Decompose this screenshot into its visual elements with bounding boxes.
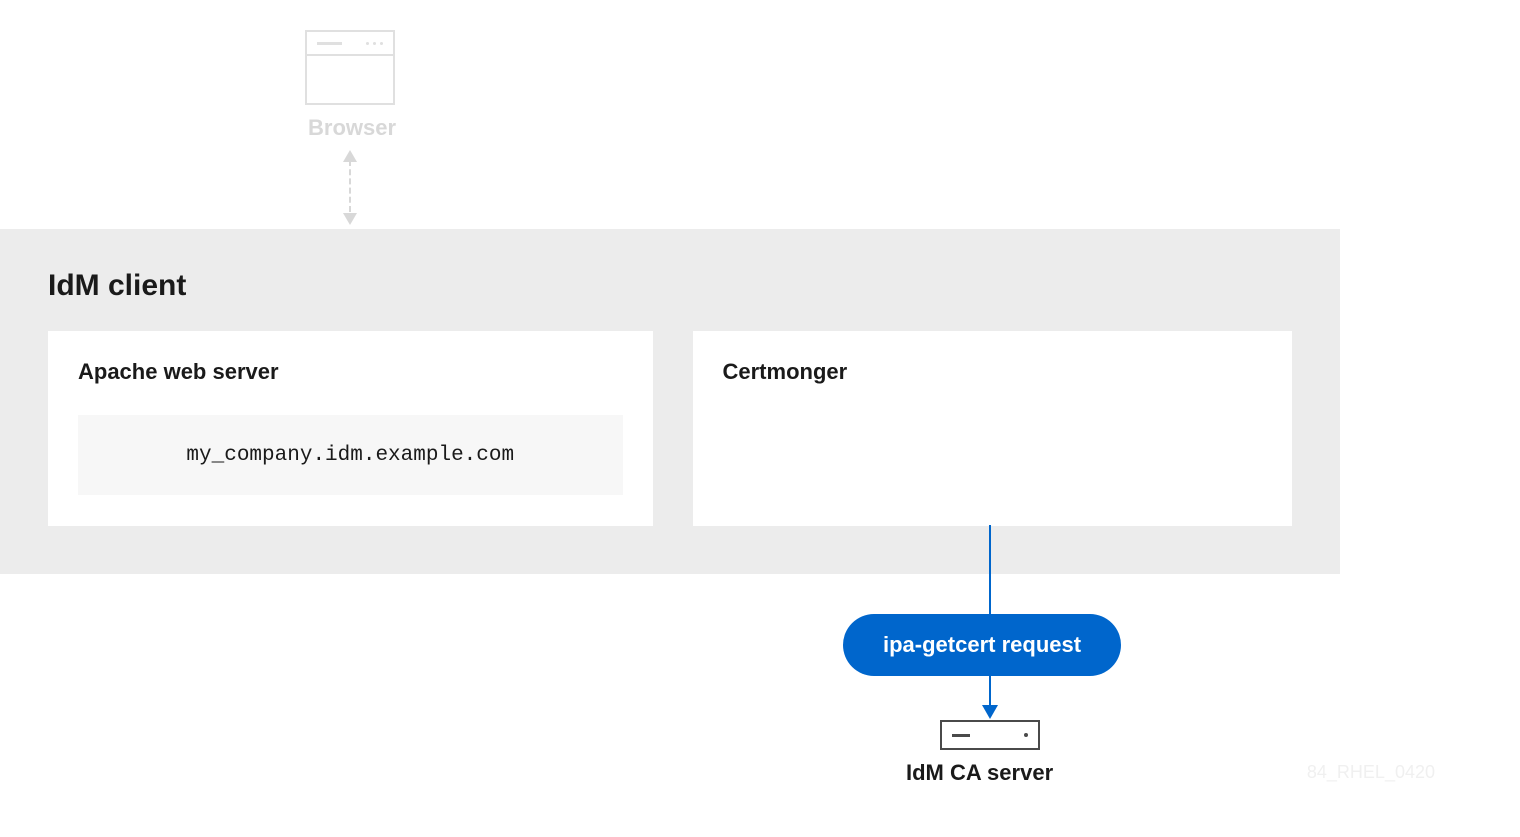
- apache-title: Apache web server: [78, 359, 623, 385]
- certmonger-title: Certmonger: [723, 359, 1263, 385]
- arrow-down-icon: [343, 213, 357, 225]
- apache-box: Apache web server my_company.idm.example…: [48, 331, 653, 526]
- ca-server-label: IdM CA server: [906, 760, 1053, 786]
- server-dot-decoration: [1024, 733, 1028, 737]
- browser-icon: [305, 30, 395, 105]
- idm-client-container: IdM client Apache web server my_company.…: [0, 229, 1340, 574]
- arrow-down-icon: [982, 705, 998, 719]
- certmonger-box: Certmonger: [693, 331, 1293, 526]
- browser-connection-arrow: [346, 150, 354, 225]
- idm-client-title: IdM client: [48, 269, 1292, 303]
- dashed-line: [349, 160, 351, 212]
- browser-dots-decoration: [366, 42, 383, 45]
- browser-divider: [307, 54, 393, 56]
- browser-label: Browser: [308, 115, 396, 141]
- request-label-pill: ipa-getcert request: [843, 614, 1121, 676]
- server-line-decoration: [952, 734, 970, 737]
- browser-bar-decoration: [317, 42, 342, 45]
- watermark-text: 84_RHEL_0420: [1307, 762, 1435, 783]
- inner-boxes-row: Apache web server my_company.idm.example…: [48, 331, 1292, 526]
- server-icon: [940, 720, 1040, 750]
- domain-value: my_company.idm.example.com: [78, 415, 623, 495]
